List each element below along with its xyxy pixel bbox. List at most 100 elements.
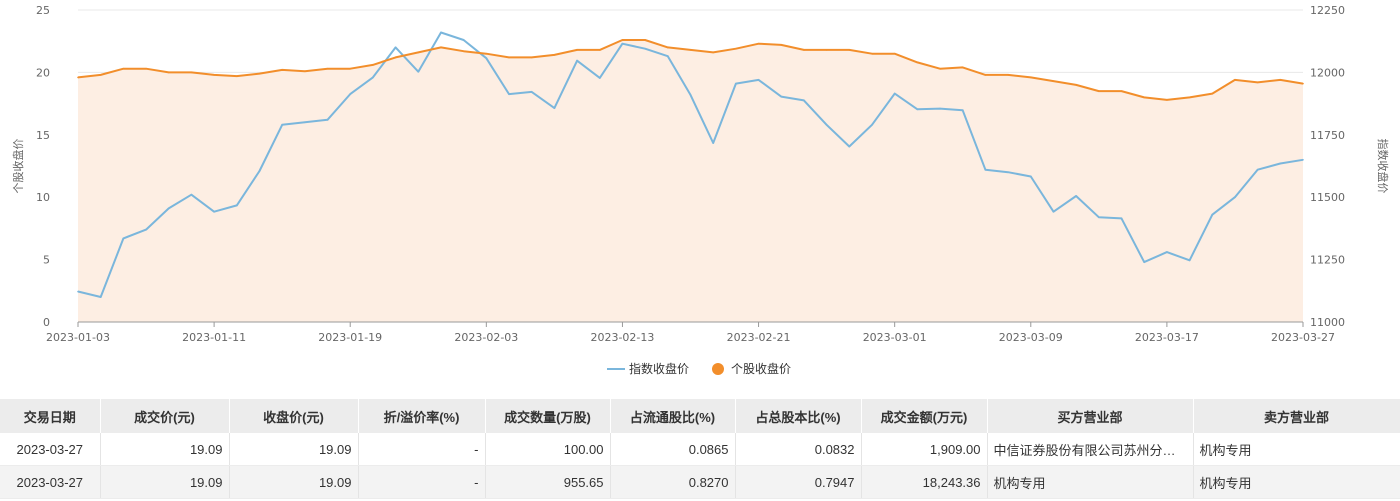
data-point <box>961 66 964 69</box>
data-point <box>871 124 873 126</box>
y-right-tick-label: 12250 <box>1310 4 1345 17</box>
data-point <box>145 228 147 231</box>
data-point <box>167 71 170 74</box>
x-tick-label: 2023-02-13 <box>590 331 654 344</box>
price-chart-svg: 0 11000 5 11250 10 11500 15 11750 20 12000 25 12250… <box>11 4 1390 376</box>
data-point <box>508 93 510 95</box>
data-point <box>1302 158 1304 161</box>
data-point <box>1007 171 1009 174</box>
data-point <box>326 67 329 70</box>
data-point <box>553 54 556 56</box>
data-point <box>1188 259 1191 262</box>
table-cell: 0.7947 <box>735 465 862 499</box>
data-point <box>1211 213 1214 216</box>
data-point <box>372 64 374 66</box>
x-tick-label: 2023-02-03 <box>454 331 518 344</box>
data-point <box>598 77 601 79</box>
table-cell: 中信证券股份有限公司苏州分… <box>987 433 1194 466</box>
data-point <box>122 237 125 240</box>
data-point <box>712 51 714 54</box>
data-point <box>1075 195 1077 197</box>
column-header: 占流通股比(%) <box>610 399 736 433</box>
data-point <box>893 92 896 95</box>
data-point <box>281 124 283 126</box>
column-header: 成交数量(万股) <box>485 399 611 433</box>
data-point <box>258 72 261 75</box>
y-right-tick-label: 11250 <box>1310 254 1345 267</box>
data-point <box>735 82 737 85</box>
data-point <box>1143 261 1146 263</box>
data-point <box>213 210 215 213</box>
data-point <box>349 93 352 95</box>
table-cell: 0.0832 <box>735 433 862 466</box>
legend-dot-icon <box>712 363 724 375</box>
table-cell: 2023-03-27 <box>0 465 101 499</box>
table-header-row: 交易日期 成交价(元) 收盘价(元) 折/溢价率(%) 成交数量(万股) 占流通股比(%)… <box>0 399 1400 433</box>
data-point <box>621 39 624 41</box>
table-cell: 100.00 <box>485 433 611 466</box>
legend-label-stock: 个股收盘价 <box>731 361 791 376</box>
table-cell: - <box>358 465 486 499</box>
area-fill-left <box>78 40 1303 322</box>
data-point <box>326 119 329 121</box>
column-header: 收盘价(元) <box>229 399 359 433</box>
table-cell: 19.09 <box>229 465 359 499</box>
data-point <box>77 76 79 79</box>
data-point <box>984 168 987 171</box>
column-header: 折/溢价率(%) <box>358 399 486 433</box>
data-point <box>1098 90 1100 92</box>
data-point <box>1279 162 1282 165</box>
data-point <box>235 75 238 77</box>
data-point <box>1120 90 1123 92</box>
data-point <box>99 296 102 298</box>
data-point <box>667 55 669 57</box>
data-point <box>644 47 646 50</box>
data-point <box>394 56 397 59</box>
price-chart: 0 11000 5 11250 10 11500 15 11750 20 12000 25 12250… <box>0 0 1400 390</box>
data-point <box>1211 92 1214 95</box>
data-point <box>281 69 283 71</box>
column-header: 买方营业部 <box>987 399 1194 433</box>
data-point <box>871 52 873 55</box>
y-right-tick-label: 11500 <box>1310 191 1345 204</box>
data-point <box>757 42 760 45</box>
data-point <box>644 39 646 41</box>
data-point <box>1188 96 1191 99</box>
data-point <box>190 193 193 196</box>
data-point <box>621 42 624 45</box>
table-cell: 0.0865 <box>610 433 736 466</box>
data-point <box>1007 74 1009 76</box>
data-point <box>848 145 851 148</box>
data-point <box>440 46 442 49</box>
data-point <box>372 76 374 79</box>
column-header: 交易日期 <box>0 399 101 433</box>
block-trade-table: 交易日期 成交价(元) 收盘价(元) 折/溢价率(%) 成交数量(万股) 占流通股比(%)… <box>0 399 1400 499</box>
data-point <box>848 49 851 51</box>
data-point <box>417 51 420 54</box>
data-point <box>462 50 465 52</box>
x-tick-label: 2023-01-03 <box>46 331 110 344</box>
x-tick-label: 2023-03-27 <box>1271 331 1335 344</box>
data-point <box>1120 217 1123 220</box>
data-point <box>99 74 102 76</box>
data-point <box>190 71 193 74</box>
table-cell: 机构专用 <box>1193 465 1400 499</box>
legend-label-index: 指数收盘价 <box>629 361 689 376</box>
data-point <box>145 67 147 70</box>
y-left-axis-title: 个股收盘价 <box>11 139 25 194</box>
y-left-tick-label: 5 <box>43 254 50 267</box>
column-header: 卖方营业部 <box>1193 399 1400 433</box>
data-point <box>1029 76 1032 79</box>
data-point <box>1166 99 1168 101</box>
table-cell: 19.09 <box>229 433 359 466</box>
data-point <box>304 121 306 124</box>
data-point <box>803 99 805 102</box>
table-cell: 机构专用 <box>987 465 1194 499</box>
data-point <box>689 94 692 96</box>
data-point <box>304 70 306 72</box>
table-cell: - <box>358 433 486 466</box>
data-point <box>508 56 510 59</box>
data-point <box>122 67 125 70</box>
data-point <box>916 108 919 111</box>
column-header: 成交价(元) <box>100 399 230 433</box>
